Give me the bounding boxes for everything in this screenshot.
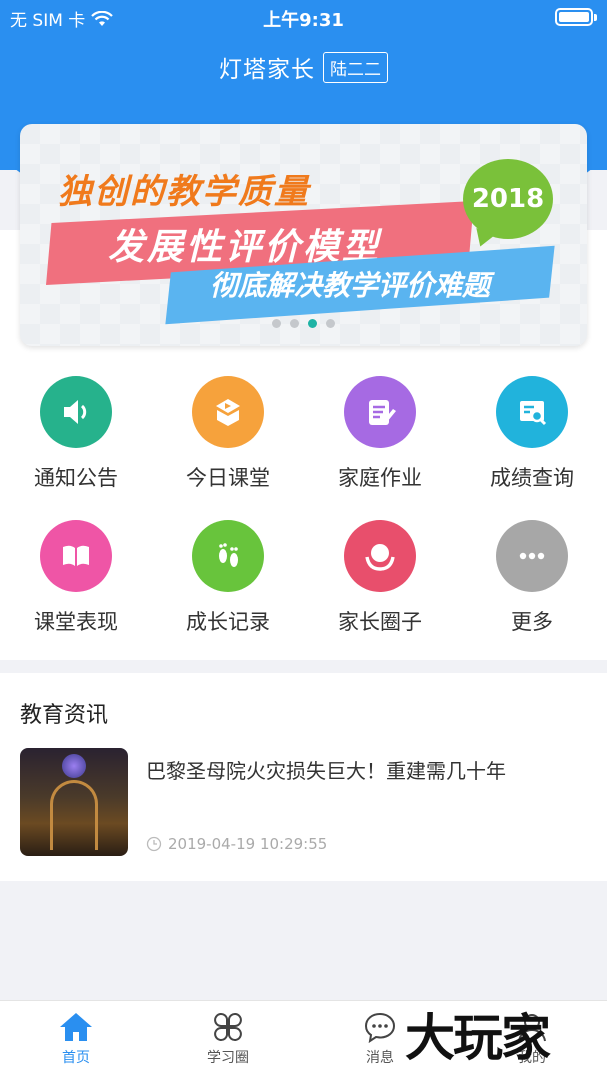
- tab-label: 消息: [366, 1050, 394, 1066]
- grid-label: 通知公告: [34, 466, 118, 490]
- grid-label: 家庭作业: [338, 466, 422, 490]
- grade-search-icon: [496, 376, 568, 448]
- grid-item-class-performance[interactable]: 课堂表现: [0, 520, 152, 636]
- class-video-icon: [192, 376, 264, 448]
- footprint-icon: [192, 520, 264, 592]
- watermark: 大玩家: [405, 1009, 551, 1067]
- more-icon: [496, 520, 568, 592]
- news-section: 教育资讯 巴黎圣母院火灾损失巨大！重建需几十年 2019-04-19 10:29…: [0, 673, 607, 881]
- grid-label: 课堂表现: [34, 610, 118, 634]
- clock: 上午9:31: [263, 10, 344, 31]
- message-icon: [364, 1012, 396, 1043]
- carousel-dot-active[interactable]: [308, 319, 317, 328]
- news-heading: 教育资讯: [20, 703, 109, 728]
- home-icon: [60, 1013, 92, 1041]
- grid-item-notice[interactable]: 通知公告: [0, 376, 152, 492]
- battery-icon: [555, 8, 597, 26]
- banner-line-1: 独创的教学质量: [58, 172, 310, 212]
- tab-label: 学习圈: [207, 1050, 249, 1066]
- homework-icon: [344, 376, 416, 448]
- grid-label: 今日课堂: [186, 466, 270, 490]
- carousel-dots[interactable]: [20, 319, 587, 328]
- grid-item-growth-record[interactable]: 成长记录: [152, 520, 304, 636]
- speaker-icon: [40, 376, 112, 448]
- tab-learning-circle[interactable]: 学习圈: [152, 1001, 304, 1080]
- app-title: 灯塔家长: [219, 57, 315, 83]
- tab-home[interactable]: 首页: [0, 1001, 152, 1080]
- status-bar: 无 SIM 卡 上午9:31: [0, 0, 607, 34]
- feature-grid: 通知公告 今日课堂 家庭作业 成绩查询 课堂表现 成长记录 家长圈子 更多: [0, 376, 607, 636]
- parent-circle-icon: [344, 520, 416, 592]
- grid-label: 成长记录: [186, 610, 270, 634]
- book-icon: [40, 520, 112, 592]
- grid-label: 成绩查询: [490, 466, 574, 490]
- grid-item-grade-search[interactable]: 成绩查询: [456, 376, 607, 492]
- class-selector[interactable]: 陆二二: [323, 51, 388, 83]
- year-badge: 2018: [463, 159, 553, 239]
- clover-icon: [214, 1013, 242, 1041]
- grid-item-today-class[interactable]: 今日课堂: [152, 376, 304, 492]
- news-thumbnail: [20, 748, 128, 856]
- carousel-dot[interactable]: [326, 319, 335, 328]
- grid-item-homework[interactable]: 家庭作业: [304, 376, 456, 492]
- app-header: 灯塔家长 陆二二: [0, 50, 607, 84]
- news-title: 巴黎圣母院火灾损失巨大！重建需几十年: [146, 759, 506, 783]
- grid-item-more[interactable]: 更多: [456, 520, 607, 636]
- carousel-dot[interactable]: [290, 319, 299, 328]
- promo-banner[interactable]: 独创的教学质量 发展性评价模型 彻底解决教学评价难题 2018: [20, 124, 587, 346]
- tab-label: 首页: [62, 1050, 90, 1066]
- grid-label: 家长圈子: [338, 610, 422, 634]
- carousel-dot[interactable]: [272, 319, 281, 328]
- grid-label: 更多: [511, 610, 553, 634]
- news-timestamp: 2019-04-19 10:29:55: [168, 835, 328, 853]
- clock-icon: [146, 836, 162, 852]
- news-time: 2019-04-19 10:29:55: [146, 835, 327, 853]
- grid-item-parent-circle[interactable]: 家长圈子: [304, 520, 456, 636]
- banner-line-3: 彻底解决教学评价难题: [210, 269, 491, 302]
